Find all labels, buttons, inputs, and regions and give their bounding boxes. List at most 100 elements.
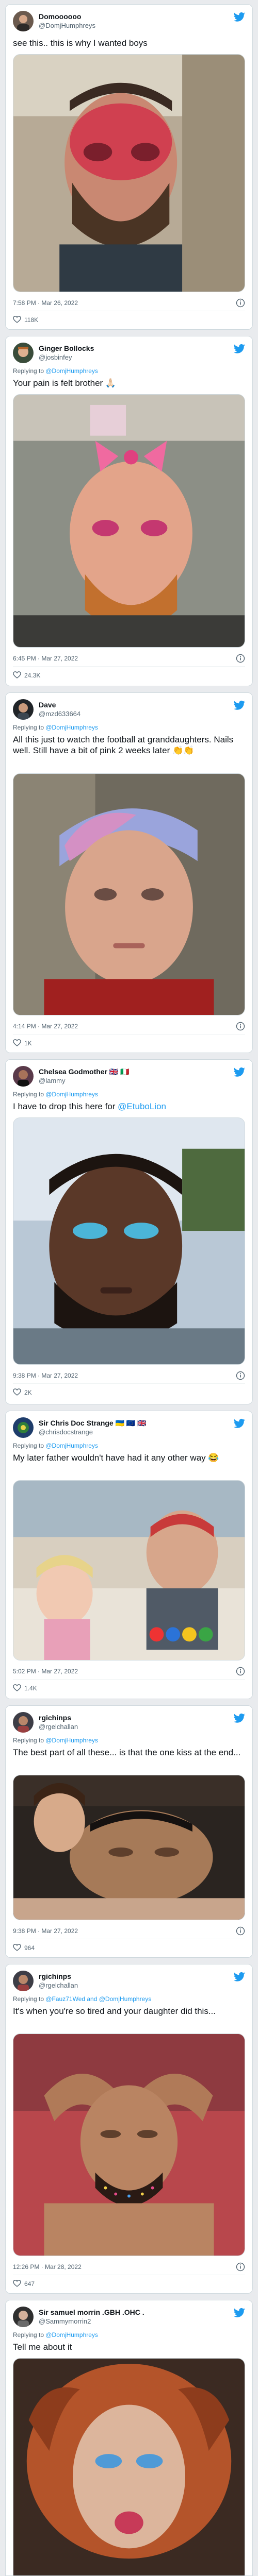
author-name[interactable]: Sir samuel morrin .GBH .OHC .	[39, 2308, 224, 2317]
tweet-photo[interactable]	[13, 1117, 245, 1365]
tweet-photo[interactable]	[13, 773, 245, 1015]
author-handle[interactable]: @josbinfey	[39, 353, 224, 362]
tweet-photo[interactable]	[13, 2033, 245, 2256]
tweet-timestamp-row: 9:38 PM · Mar 27, 2022	[13, 1926, 245, 1936]
author-handle[interactable]: @chrisdocstrange	[39, 1428, 224, 1436]
reply-mention-link[interactable]: @DomjHumphreys	[45, 367, 98, 375]
twitter-bird-icon[interactable]	[234, 12, 245, 22]
tweet-timestamp[interactable]: 7:58 PM · Mar 26, 2022	[13, 299, 78, 307]
author-name[interactable]: Dave	[39, 700, 224, 709]
twitter-bird-icon[interactable]	[234, 2308, 245, 2318]
author-name[interactable]: Sir Chris Doc Strange 🇺🇦 🇪🇺 🇬🇧	[39, 1418, 224, 1428]
mention-link[interactable]: @EtuboLion	[118, 1101, 166, 1111]
avatar[interactable]	[13, 1971, 34, 1991]
twitter-bird-icon[interactable]	[234, 1972, 245, 1982]
reply-mention-link[interactable]: @Fauz71Wed and @DomjHumphreys	[45, 1995, 151, 2003]
tweet-timestamp[interactable]: 9:38 PM · Mar 27, 2022	[13, 1372, 78, 1379]
info-icon[interactable]	[236, 1926, 245, 1936]
tweet-header: Dave @mzd633664	[13, 699, 245, 722]
tweet-timestamp[interactable]: 5:02 PM · Mar 27, 2022	[13, 1668, 78, 1675]
author-name[interactable]: rgichinps	[39, 1972, 224, 1981]
tweet-photo[interactable]	[13, 54, 245, 292]
tweet-card[interactable]: Ginger Bollocks @josbinfey Replying to @…	[5, 336, 253, 686]
twitter-bird-icon[interactable]	[234, 700, 245, 710]
author-handle[interactable]: @Sammymorrin2	[39, 2317, 224, 2326]
author-handle[interactable]: @DomjHumphreys	[39, 21, 224, 30]
tweet-timestamp[interactable]: 4:14 PM · Mar 27, 2022	[13, 1023, 78, 1030]
like-button[interactable]: 118K	[13, 315, 38, 325]
reply-prefix: Replying to	[13, 1442, 46, 1449]
author-name[interactable]: Ginger Bollocks	[39, 344, 224, 353]
tweet-text: My later father wouldn't have had it any…	[13, 1453, 219, 1463]
author-handle[interactable]: @rgelchallan	[39, 1722, 224, 1731]
reply-mention-link[interactable]: @DomjHumphreys	[45, 1737, 98, 1744]
tweet-header: Sir Chris Doc Strange 🇺🇦 🇪🇺 🇬🇧 @chrisdoc…	[13, 1417, 245, 1440]
reply-mention-link[interactable]: @DomjHumphreys	[45, 1091, 98, 1098]
avatar[interactable]	[13, 343, 34, 363]
tweet-timestamp[interactable]: 6:45 PM · Mar 27, 2022	[13, 655, 78, 662]
heart-icon	[13, 2279, 21, 2287]
info-icon[interactable]	[236, 1667, 245, 1676]
tweet-card[interactable]: rgichinps @rgelchallan Replying to @Domj…	[5, 1705, 253, 1958]
heart-icon	[13, 1684, 21, 1692]
reply-context: Replying to @DomjHumphreys	[13, 1737, 98, 1744]
reply-mention-link[interactable]: @DomjHumphreys	[45, 1442, 98, 1449]
tweet-card[interactable]: Chelsea Godmother 🇬🇧 🇮🇹 @lammy Replying …	[5, 1059, 253, 1404]
avatar[interactable]	[13, 1712, 34, 1733]
info-icon[interactable]	[236, 1371, 245, 1380]
like-count: 24.3K	[24, 672, 41, 679]
twitter-bird-icon[interactable]	[234, 1713, 245, 1723]
tweet-card[interactable]: Sir samuel morrin .GBH .OHC . @Sammymorr…	[5, 2300, 253, 2576]
avatar[interactable]	[13, 2307, 34, 2327]
reply-mention-link[interactable]: @DomjHumphreys	[45, 724, 98, 731]
info-icon[interactable]	[236, 654, 245, 663]
author-handle[interactable]: @mzd633664	[39, 709, 224, 718]
twitter-bird-icon[interactable]	[234, 1418, 245, 1429]
reply-prefix: Replying to	[13, 1737, 46, 1744]
reply-prefix: Replying to	[13, 367, 46, 375]
tweet-timestamp[interactable]: 12:26 PM · Mar 28, 2022	[13, 2263, 82, 2270]
tweet-photo[interactable]	[13, 394, 245, 648]
author-handle[interactable]: @rgelchallan	[39, 1981, 224, 1990]
tweet-text: It's when you're so tired and your daugh…	[13, 2006, 216, 2016]
tweet-text-body: I have to drop this here for	[13, 1101, 118, 1111]
tweet-header: Sir samuel morrin .GBH .OHC . @Sammymorr…	[13, 2307, 245, 2329]
avatar[interactable]	[13, 1066, 34, 1087]
tweet-photo[interactable]	[13, 1480, 245, 1660]
tweet-photo[interactable]	[13, 1775, 245, 1920]
author-name[interactable]: rgichinps	[39, 1713, 224, 1722]
author-handle[interactable]: @lammy	[39, 1076, 224, 1085]
tweet-header: Ginger Bollocks @josbinfey	[13, 343, 245, 365]
info-icon[interactable]	[236, 298, 245, 308]
twitter-bird-icon[interactable]	[234, 1067, 245, 1077]
tweet-header: rgichinps @rgelchallan	[13, 1712, 245, 1735]
reply-prefix: Replying to	[13, 1091, 46, 1098]
tweet-timestamp[interactable]: 9:38 PM · Mar 27, 2022	[13, 1927, 78, 1935]
like-button[interactable]: 647	[13, 2279, 35, 2289]
reply-prefix: Replying to	[13, 1995, 46, 2003]
like-button[interactable]: 1.4K	[13, 1683, 37, 1693]
heart-icon	[13, 315, 21, 324]
reply-context: Replying to @DomjHumphreys	[13, 1442, 98, 1450]
info-icon[interactable]	[236, 1022, 245, 1031]
tweet-photo[interactable]	[13, 2358, 245, 2575]
like-button[interactable]: 964	[13, 1943, 35, 1953]
like-button[interactable]: 1K	[13, 1038, 32, 1048]
avatar[interactable]	[13, 11, 34, 31]
avatar[interactable]	[13, 699, 34, 720]
author-name[interactable]: Domoooooo	[39, 12, 224, 21]
like-button[interactable]: 24.3K	[13, 670, 40, 681]
info-icon[interactable]	[236, 2262, 245, 2272]
tweet-card[interactable]: Sir Chris Doc Strange 🇺🇦 🇪🇺 🇬🇧 @chrisdoc…	[5, 1411, 253, 1699]
author-name[interactable]: Chelsea Godmother 🇬🇧 🇮🇹	[39, 1067, 224, 1076]
reply-mention-link[interactable]: @DomjHumphreys	[45, 2331, 98, 2338]
heart-icon	[13, 1943, 21, 1952]
tweet-header: Domoooooo @DomjHumphreys	[13, 11, 245, 33]
avatar[interactable]	[13, 1417, 34, 1438]
tweet-card[interactable]: rgichinps @rgelchallan Replying to @Fauz…	[5, 1964, 253, 2294]
heart-icon	[13, 671, 21, 679]
tweet-card[interactable]: Dave @mzd633664 Replying to @DomjHumphre…	[5, 692, 253, 1053]
like-button[interactable]: 2K	[13, 1387, 32, 1398]
tweet-card[interactable]: Domoooooo @DomjHumphreys see this.. this…	[5, 4, 253, 330]
twitter-bird-icon[interactable]	[234, 344, 245, 354]
